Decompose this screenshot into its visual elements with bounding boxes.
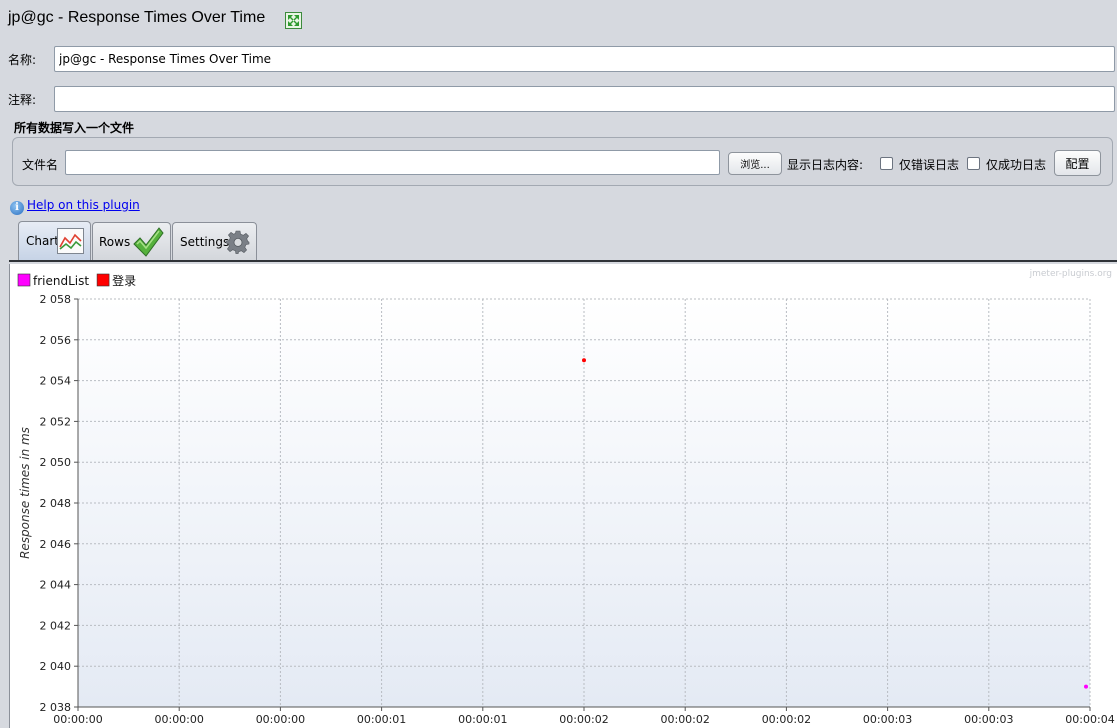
y-tick-label: 2 042 [40,619,72,632]
maximize-icon[interactable] [285,12,302,29]
comment-input[interactable] [54,86,1115,112]
chart-icon [57,228,84,254]
gear-icon [226,230,250,254]
legend-label: friendList [33,274,89,288]
data-point [582,358,586,363]
configure-button[interactable]: 配置 [1054,150,1101,176]
info-icon: i [10,201,24,215]
y-tick-label: 2 050 [40,456,72,469]
x-tick-label: 00:00:02 [559,713,608,726]
y-tick-label: 2 054 [40,375,72,388]
window-title: jp@gc - Response Times Over Time [8,9,266,26]
tab-settings-label: Settings [180,235,230,249]
checkmark-icon [133,227,164,257]
tab-rows[interactable]: Rows [92,222,171,261]
x-tick-label: 00:00:04 [1065,713,1114,726]
legend-swatch [96,273,110,287]
success-only-label: 仅成功日志 [986,158,1047,172]
x-tick-label: 00:00:02 [762,713,811,726]
file-group: 文件名 浏览... 显示日志内容: 仅错误日志 仅成功日志 配置 [12,137,1113,186]
y-tick-label: 2 058 [40,293,72,306]
tab-chart[interactable]: Chart [18,221,91,261]
filename-input[interactable] [65,150,720,175]
x-tick-label: 00:00:01 [458,713,507,726]
name-input[interactable] [54,46,1115,72]
filename-label: 文件名 [22,158,59,172]
chart-panel: 2 038 2 040 2 042 2 044 2 046 2 048 2 050 2 052… [9,264,1117,728]
x-tick-label: 00:00:02 [660,713,709,726]
x-tick-label: 00:00:00 [256,713,305,726]
data-point [1084,684,1088,689]
tab-strip-divider [9,260,1117,262]
errors-only-label: 仅错误日志 [899,158,960,172]
y-tick-label: 2 056 [40,334,72,347]
file-group-title: 所有数据写入一个文件 [14,121,135,135]
success-only-checkbox[interactable] [967,157,980,170]
legend-swatch [17,273,31,287]
y-tick-label: 2 052 [40,415,72,428]
x-tick-label: 00:00:03 [863,713,912,726]
watermark-text: jmeter-plugins.org [1029,269,1112,279]
legend-label: 登录 [112,273,136,288]
y-tick-label: 2 044 [40,579,72,592]
tab-rows-label: Rows [99,235,131,249]
response-times-chart: 2 0382 0402 0422 0442 0462 0482 0502 052… [17,269,1115,726]
comment-label: 注释: [8,93,37,107]
name-label: 名称: [8,53,37,67]
y-tick-label: 2 046 [40,538,72,551]
x-tick-label: 00:00:00 [154,713,203,726]
help-link[interactable]: Help on this plugin [27,198,140,212]
y-tick-label: 2 048 [40,497,72,510]
x-tick-label: 00:00:03 [964,713,1013,726]
x-tick-label: 00:00:00 [53,713,102,726]
tab-settings[interactable]: Settings [172,222,257,261]
errors-only-checkbox[interactable] [880,157,893,170]
log-content-label: 显示日志内容: [787,158,864,172]
browse-button[interactable]: 浏览... [728,152,782,175]
y-axis-label: Response times in ms [18,427,32,559]
x-tick-label: 00:00:01 [357,713,406,726]
tab-chart-label: Chart [26,234,59,248]
y-tick-label: 2 040 [40,660,72,673]
